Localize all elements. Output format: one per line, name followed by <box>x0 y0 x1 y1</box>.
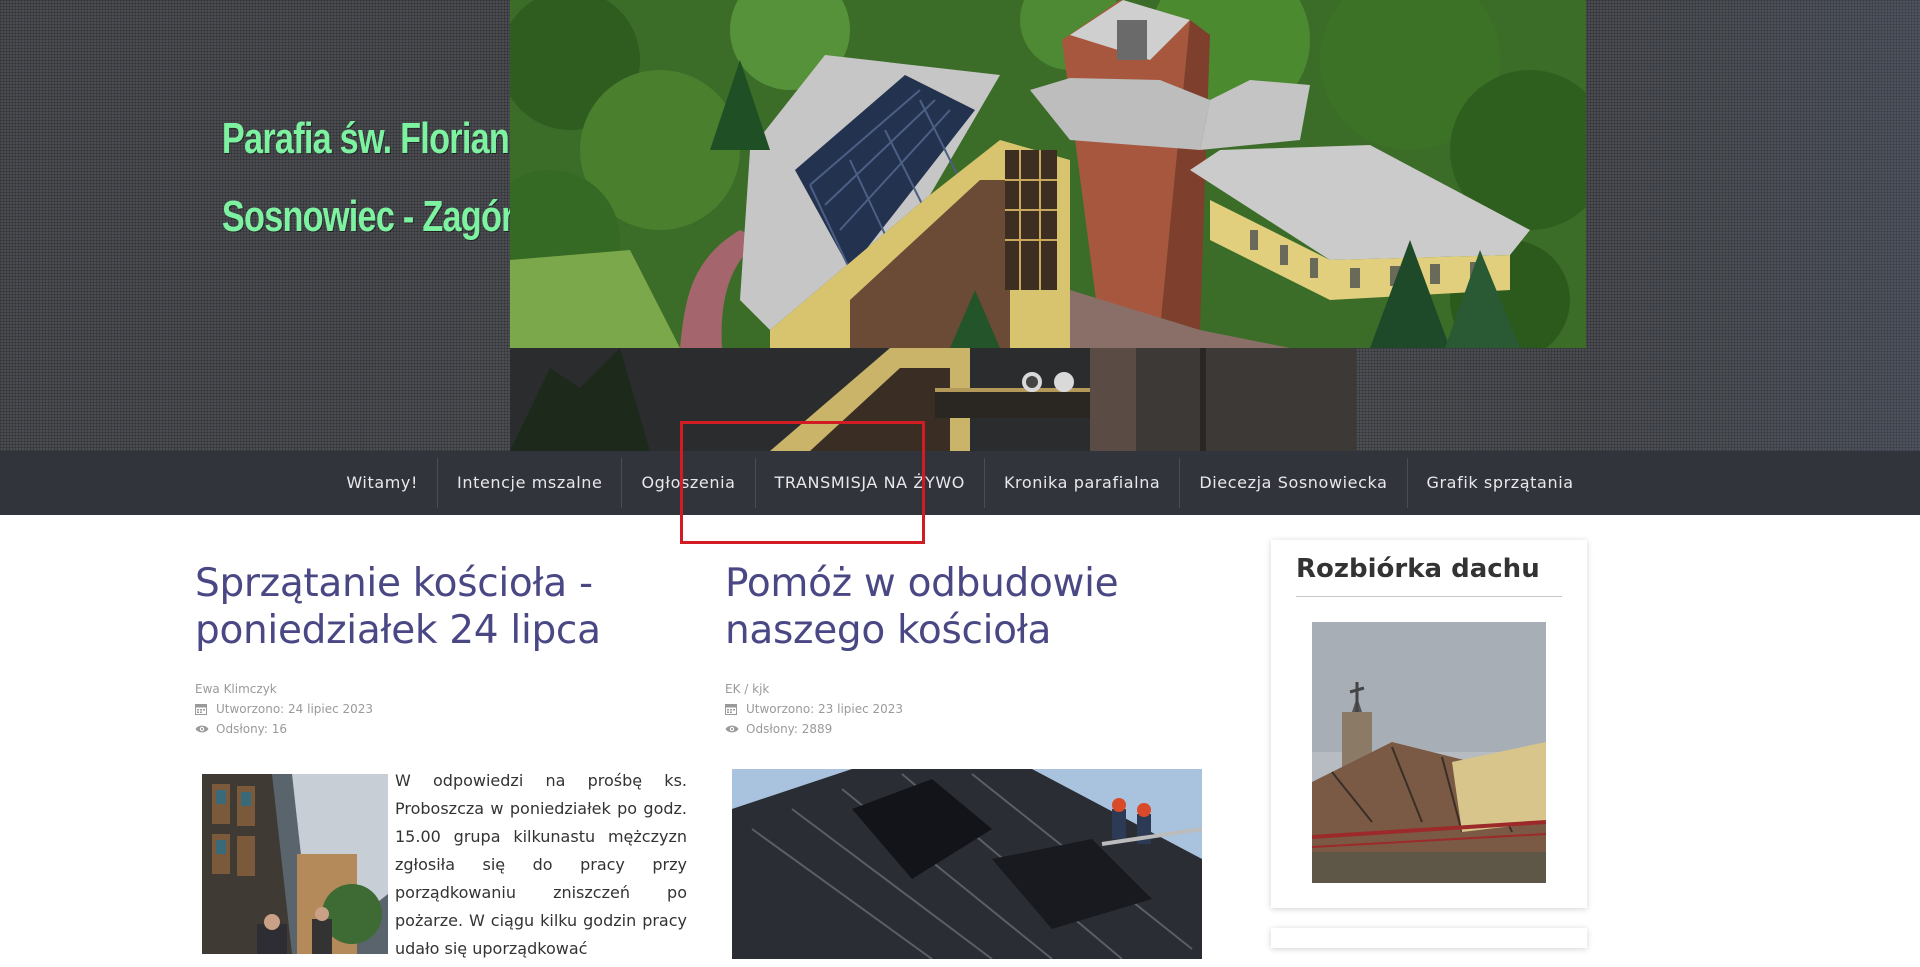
widget-image-demolition[interactable] <box>1312 622 1546 883</box>
article-author: Ewa Klimczyk <box>195 682 277 696</box>
site-title-line1: Parafia św. Floriana <box>221 114 528 163</box>
slider-dot-1[interactable] <box>1022 372 1042 392</box>
slider-dot-2[interactable] <box>1054 372 1074 392</box>
site-title-line2: Sosnowiec - Zagórze <box>221 192 549 241</box>
article-photo-burned-roof[interactable] <box>732 769 1202 959</box>
article-photo <box>202 774 388 954</box>
slider-back-image <box>510 348 1356 451</box>
main-nav: Witamy! Intencje mszalne Ogłoszenia TRAN… <box>0 451 1920 515</box>
nav-list: Witamy! Intencje mszalne Ogłoszenia TRAN… <box>327 451 1592 515</box>
sidebar-widget-next <box>1271 928 1587 948</box>
article-views-text: Odsłony: 2889 <box>746 722 833 736</box>
article-text: W odpowiedzi na prośbę ks. Proboszcza w … <box>395 771 687 958</box>
article-meta: EK / kjk Utworzono: 23 lipiec 2023 Odsło… <box>725 679 1203 739</box>
article-created: Utworzono: 24 lipiec 2023 <box>195 699 687 719</box>
article-body: W odpowiedzi na prośbę ks. Proboszcza w … <box>195 767 687 967</box>
eye-icon <box>725 724 739 734</box>
site-header: Parafia św. Floriana Sosnowiec - Zagórze <box>0 0 1920 451</box>
article-author: EK / kjk <box>725 682 770 696</box>
nav-item-intencje-mszalne[interactable]: Intencje mszalne <box>437 458 621 508</box>
slider-image-church[interactable] <box>510 0 1586 348</box>
nav-item-witamy[interactable]: Witamy! <box>327 458 437 508</box>
article-created: Utworzono: 23 lipiec 2023 <box>725 699 1203 719</box>
nav-item-ogloszenia[interactable]: Ogłoszenia <box>621 458 754 508</box>
article-views-text: Odsłony: 16 <box>216 722 288 736</box>
nav-item-kronika-parafialna[interactable]: Kronika parafialna <box>983 458 1179 508</box>
article-rebuild: Pomóż w odbudowie naszego kościoła EK / … <box>725 560 1203 959</box>
nav-item-diecezja-sosnowiecka[interactable]: Diecezja Sosnowiecka <box>1179 458 1406 508</box>
article-created-text: Utworzono: 23 lipiec 2023 <box>746 702 904 716</box>
slider-dots <box>1022 372 1074 392</box>
article-created-text: Utworzono: 24 lipiec 2023 <box>216 702 374 716</box>
sidebar-widget-demolition: Rozbiórka dachu <box>1271 540 1587 908</box>
article-cleaning: Sprzątanie kościoła - poniedziałek 24 li… <box>195 560 687 967</box>
nav-item-transmisja-na-zywo[interactable]: TRANSMISJA NA ŻYWO <box>754 458 984 508</box>
article-title[interactable]: Sprzątanie kościoła - poniedziałek 24 li… <box>195 560 687 654</box>
site-title[interactable]: Parafia św. Floriana Sosnowiec - Zagórze <box>221 100 549 256</box>
calendar-icon <box>195 703 209 715</box>
article-meta: Ewa Klimczyk Utworzono: 24 lipiec 2023 O… <box>195 679 687 739</box>
widget-title: Rozbiórka dachu <box>1296 552 1562 597</box>
article-title[interactable]: Pomóż w odbudowie naszego kościoła <box>725 560 1203 654</box>
calendar-icon <box>725 703 739 715</box>
article-views: Odsłony: 16 <box>195 719 687 739</box>
article-views: Odsłony: 2889 <box>725 719 1203 739</box>
nav-item-grafik-sprzatania[interactable]: Grafik sprzątania <box>1406 458 1593 508</box>
eye-icon <box>195 724 209 734</box>
